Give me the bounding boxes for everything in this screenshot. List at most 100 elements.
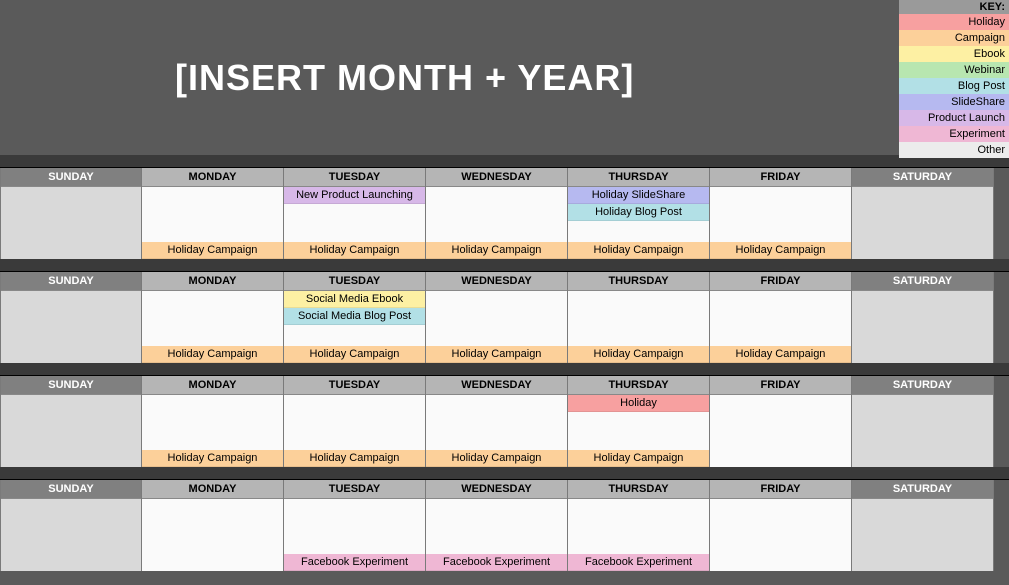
day-cell[interactable]: [1, 395, 141, 467]
day-cell[interactable]: Facebook Experiment: [284, 499, 425, 571]
weekday-column: MONDAY: [142, 480, 284, 571]
weekday-column: THURSDAYFacebook Experiment: [568, 480, 710, 571]
day-cell[interactable]: [852, 291, 993, 363]
legend-item: Holiday: [899, 14, 1009, 30]
weekday-column: TUESDAYNew Product Launching Holiday Camp…: [284, 168, 426, 259]
weekday-column: THURSDAYHoliday Campaign: [568, 272, 710, 363]
day-cell-fill: [426, 499, 567, 554]
calendar-event[interactable]: Holiday Campaign: [426, 346, 567, 363]
day-cell-fill: [568, 412, 709, 450]
weekday-column: FRIDAY: [710, 376, 852, 467]
day-cell[interactable]: Holiday Campaign: [710, 187, 851, 259]
day-cell-fill: [852, 291, 993, 363]
day-header: SUNDAY: [1, 272, 141, 291]
day-cell[interactable]: [1, 187, 141, 259]
calendar-event[interactable]: Holiday Campaign: [568, 242, 709, 259]
day-cell[interactable]: Holiday Campaign: [142, 187, 283, 259]
calendar-event[interactable]: Facebook Experiment: [426, 554, 567, 571]
day-cell[interactable]: New Product Launching Holiday Campaign: [284, 187, 425, 259]
legend-item: Blog Post: [899, 78, 1009, 94]
day-cell[interactable]: Holiday Campaign: [284, 395, 425, 467]
calendar-event[interactable]: Social Media Blog Post: [284, 308, 425, 325]
day-cell[interactable]: Holiday Campaign: [710, 291, 851, 363]
day-header: MONDAY: [142, 376, 283, 395]
day-header: MONDAY: [142, 272, 283, 291]
calendar-event[interactable]: Facebook Experiment: [568, 554, 709, 571]
calendar-event[interactable]: Holiday Campaign: [426, 450, 567, 467]
day-cell[interactable]: [1, 291, 141, 363]
day-cell[interactable]: Social Media EbookSocial Media Blog Post…: [284, 291, 425, 363]
week-row: SUNDAYMONDAYHoliday CampaignTUESDAYSocia…: [0, 271, 1009, 363]
day-header: FRIDAY: [710, 168, 851, 187]
day-header: SUNDAY: [1, 168, 141, 187]
day-cell[interactable]: [852, 395, 993, 467]
calendar-event[interactable]: Holiday Campaign: [284, 346, 425, 363]
day-cell[interactable]: Holiday Campaign: [426, 395, 567, 467]
calendar-event[interactable]: Holiday Campaign: [568, 346, 709, 363]
day-cell[interactable]: Holiday Campaign: [426, 291, 567, 363]
calendar-event[interactable]: Facebook Experiment: [284, 554, 425, 571]
calendar-event[interactable]: Holiday Campaign: [710, 242, 851, 259]
calendar-event[interactable]: Holiday Campaign: [284, 450, 425, 467]
day-header: THURSDAY: [568, 168, 709, 187]
day-cell[interactable]: [710, 395, 851, 467]
day-cell-fill: [852, 187, 993, 259]
weekend-column: SATURDAY: [852, 168, 994, 259]
day-cell[interactable]: Facebook Experiment: [568, 499, 709, 571]
day-cell-fill: [284, 499, 425, 554]
day-cell-fill: [142, 187, 283, 242]
day-cell-fill: [1, 499, 141, 571]
page-title[interactable]: [INSERT MONTH + YEAR]: [175, 57, 634, 99]
calendar-event[interactable]: Holiday: [568, 395, 709, 412]
weekend-column: SUNDAY: [0, 272, 142, 363]
weekend-column: SATURDAY: [852, 480, 994, 571]
calendar-event[interactable]: Holiday Blog Post: [568, 204, 709, 221]
calendar-event[interactable]: Holiday Campaign: [710, 346, 851, 363]
day-cell-fill: [142, 395, 283, 450]
weekday-column: FRIDAY Holiday Campaign: [710, 168, 852, 259]
calendar-event[interactable]: Social Media Ebook: [284, 291, 425, 308]
day-cell[interactable]: [710, 499, 851, 571]
day-cell-fill: [568, 499, 709, 554]
day-cell[interactable]: Holiday Campaign: [142, 395, 283, 467]
legend-item: Product Launch: [899, 110, 1009, 126]
calendar-event[interactable]: New Product Launching: [284, 187, 425, 204]
day-header: FRIDAY: [710, 480, 851, 499]
day-header: TUESDAY: [284, 168, 425, 187]
weekday-column: TUESDAYHoliday Campaign: [284, 376, 426, 467]
day-header: SATURDAY: [852, 168, 993, 187]
day-cell[interactable]: [852, 187, 993, 259]
calendar-event[interactable]: Holiday Campaign: [142, 242, 283, 259]
weekday-column: WEDNESDAYHoliday Campaign: [426, 376, 568, 467]
calendar-event[interactable]: Holiday Campaign: [284, 242, 425, 259]
legend-item: Other: [899, 142, 1009, 158]
weekday-column: MONDAY Holiday Campaign: [142, 376, 284, 467]
day-cell[interactable]: Holiday Campaign: [568, 291, 709, 363]
day-cell[interactable]: Holiday SlideShareHoliday Blog Post Holid…: [568, 187, 709, 259]
day-cell[interactable]: Holiday Holiday Campaign: [568, 395, 709, 467]
weekend-column: SUNDAY: [0, 480, 142, 571]
calendar-event[interactable]: Holiday SlideShare: [568, 187, 709, 204]
weekend-column: SATURDAY: [852, 376, 994, 467]
day-header: SUNDAY: [1, 480, 141, 499]
weekday-column: TUESDAYSocial Media EbookSocial Media Bl…: [284, 272, 426, 363]
weekday-column: WEDNESDAYHoliday Campaign: [426, 168, 568, 259]
day-cell[interactable]: Holiday Campaign: [426, 187, 567, 259]
day-cell[interactable]: [852, 499, 993, 571]
calendar-event[interactable]: Holiday Campaign: [142, 450, 283, 467]
weekday-column: MONDAY Holiday Campaign: [142, 272, 284, 363]
day-cell[interactable]: Holiday Campaign: [142, 291, 283, 363]
calendar-event[interactable]: Holiday Campaign: [568, 450, 709, 467]
weekday-column: THURSDAYHolidayHoliday Campaign: [568, 376, 710, 467]
day-cell-fill: [284, 325, 425, 346]
calendar-event[interactable]: Holiday Campaign: [426, 242, 567, 259]
day-cell-fill: [142, 291, 283, 346]
day-cell[interactable]: [142, 499, 283, 571]
calendar-event[interactable]: Holiday Campaign: [142, 346, 283, 363]
day-cell[interactable]: Facebook Experiment: [426, 499, 567, 571]
week-row: SUNDAYMONDAYTUESDAYFacebook ExperimentWE…: [0, 479, 1009, 571]
day-cell[interactable]: [1, 499, 141, 571]
day-cell-fill: [142, 499, 283, 571]
day-cell-fill: [710, 395, 851, 467]
day-cell-fill: [568, 291, 709, 346]
